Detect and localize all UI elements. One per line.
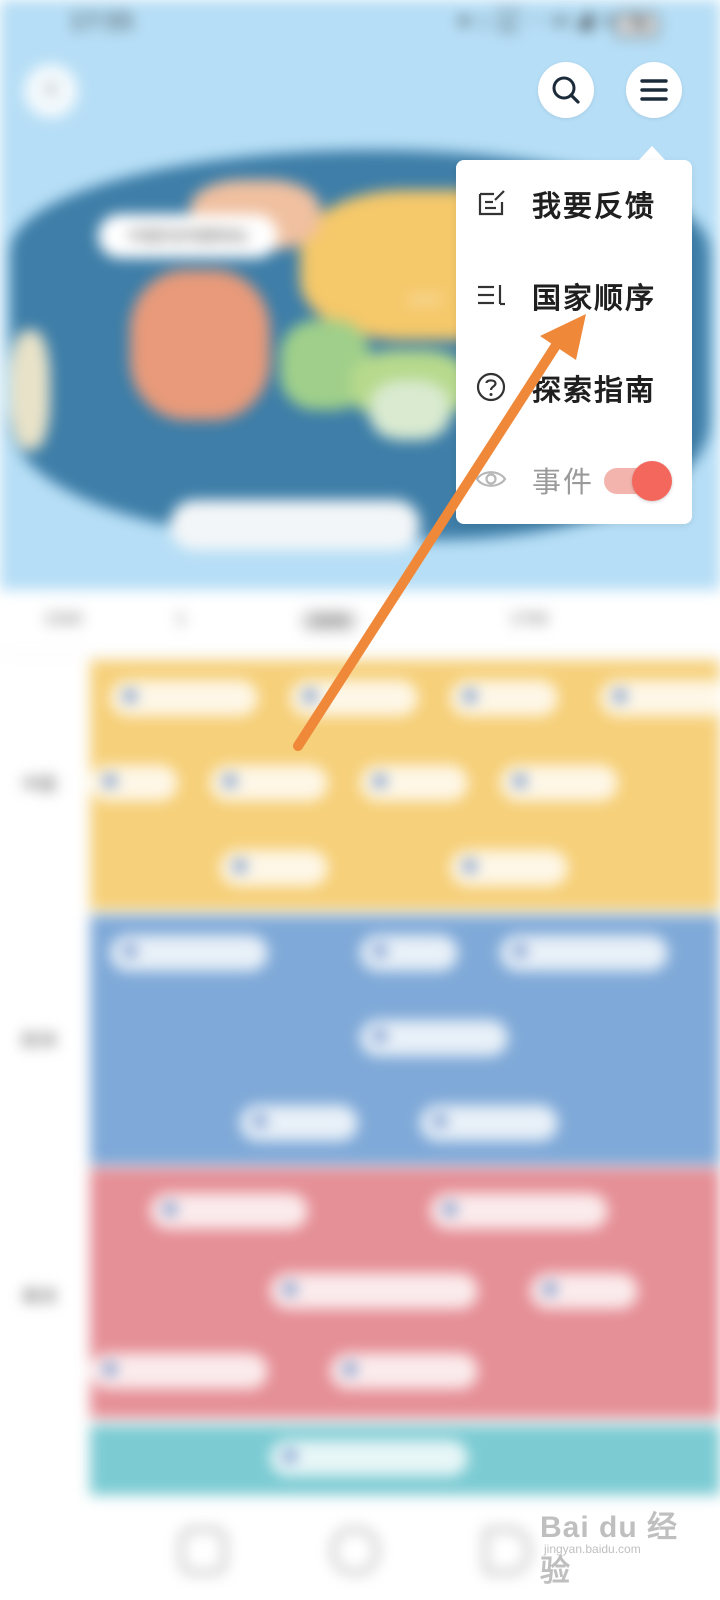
watermark: Bai du 经验 jingyan.baidu.com bbox=[540, 1490, 700, 1588]
annotation-arrow bbox=[293, 314, 586, 751]
arrow-shaft bbox=[293, 331, 567, 751]
watermark-url: jingyan.baidu.com bbox=[544, 1542, 641, 1556]
